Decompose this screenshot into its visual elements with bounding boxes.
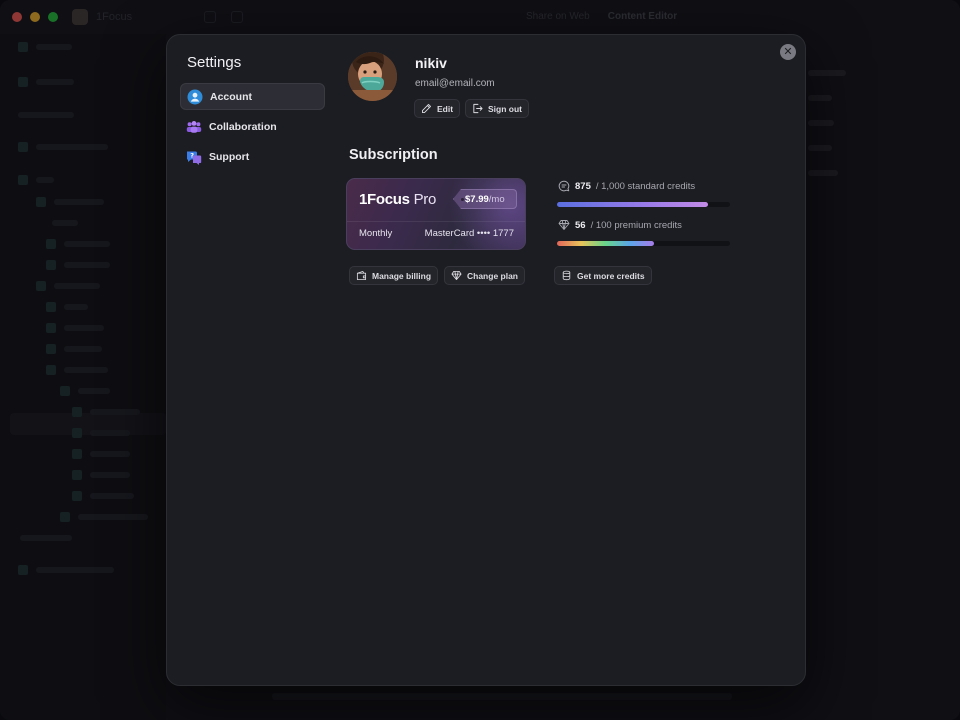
get-more-credits-button[interactable]: Get more credits <box>554 266 652 285</box>
nav-item-label: Collaboration <box>209 120 277 133</box>
standard-credits-fill <box>557 202 709 207</box>
sign-out-icon <box>473 103 483 114</box>
billing-cycle: Monthly <box>359 228 393 239</box>
wallet-icon <box>356 270 367 281</box>
chat-bubble-icon <box>558 180 570 192</box>
premium-credits-used: 56 <box>575 219 586 231</box>
nav-item-label: Support <box>209 150 250 163</box>
collaboration-icon <box>186 120 202 133</box>
account-icon <box>187 89 203 104</box>
plan-divider <box>347 221 525 222</box>
nav-item-account[interactable]: Account <box>180 83 325 110</box>
plan-card: 1Focus Pro $7.99/mo Monthly MasterCard •… <box>346 178 526 250</box>
avatar-photo <box>348 52 397 101</box>
avatar[interactable] <box>348 52 397 101</box>
premium-credits-bar <box>557 241 730 246</box>
tag-hole-icon <box>461 198 464 201</box>
coins-icon <box>562 270 571 281</box>
plan-name: 1Focus Pro <box>359 191 436 208</box>
sign-out-label: Sign out <box>488 103 522 114</box>
support-icon: ? <box>187 151 202 165</box>
standard-credits-total: / 1,000 standard credits <box>595 180 696 192</box>
change-plan-button[interactable]: Change plan <box>444 266 526 285</box>
plan-price: $7.99 <box>465 193 489 205</box>
premium-credits-total: / 100 premium credits <box>590 219 682 231</box>
svg-text:?: ? <box>190 151 194 159</box>
subscription-title: Subscription <box>349 147 438 163</box>
standard-credits: 875 / 1,000 standard credits <box>558 180 695 192</box>
diamond-icon <box>451 270 462 281</box>
get-more-credits-label: Get more credits <box>577 270 645 281</box>
settings-modal: ✕ Settings Account Collaboration ? Suppo… <box>166 34 806 686</box>
payment-card: MasterCard •••• 1777 <box>424 228 514 239</box>
pencil-icon <box>422 104 431 113</box>
nav-item-collaboration[interactable]: Collaboration <box>180 113 325 140</box>
nav-item-support[interactable]: ? Support <box>180 143 325 170</box>
manage-billing-button[interactable]: Manage billing <box>349 266 439 285</box>
edit-profile-button[interactable]: Edit <box>414 99 461 118</box>
email: email@email.com <box>415 78 495 89</box>
settings-title: Settings <box>187 54 242 71</box>
plan-period: /mo <box>488 193 505 205</box>
price-tag: $7.99/mo <box>453 189 517 209</box>
edit-label: Edit <box>437 103 454 114</box>
manage-billing-label: Manage billing <box>372 270 432 281</box>
plan-brand: 1Focus <box>359 191 410 208</box>
standard-credits-bar <box>557 202 730 207</box>
premium-credits: 56 / 100 premium credits <box>558 219 682 231</box>
diamond-icon <box>558 220 570 230</box>
standard-credits-used: 875 <box>575 180 591 192</box>
premium-credits-fill <box>557 241 654 246</box>
change-plan-label: Change plan <box>467 270 519 281</box>
close-settings-button[interactable]: ✕ <box>780 44 796 60</box>
nav-item-label: Account <box>210 90 252 103</box>
username: nikiv <box>415 55 447 71</box>
plan-tier: Pro <box>413 191 437 208</box>
sign-out-button[interactable]: Sign out <box>465 99 529 118</box>
